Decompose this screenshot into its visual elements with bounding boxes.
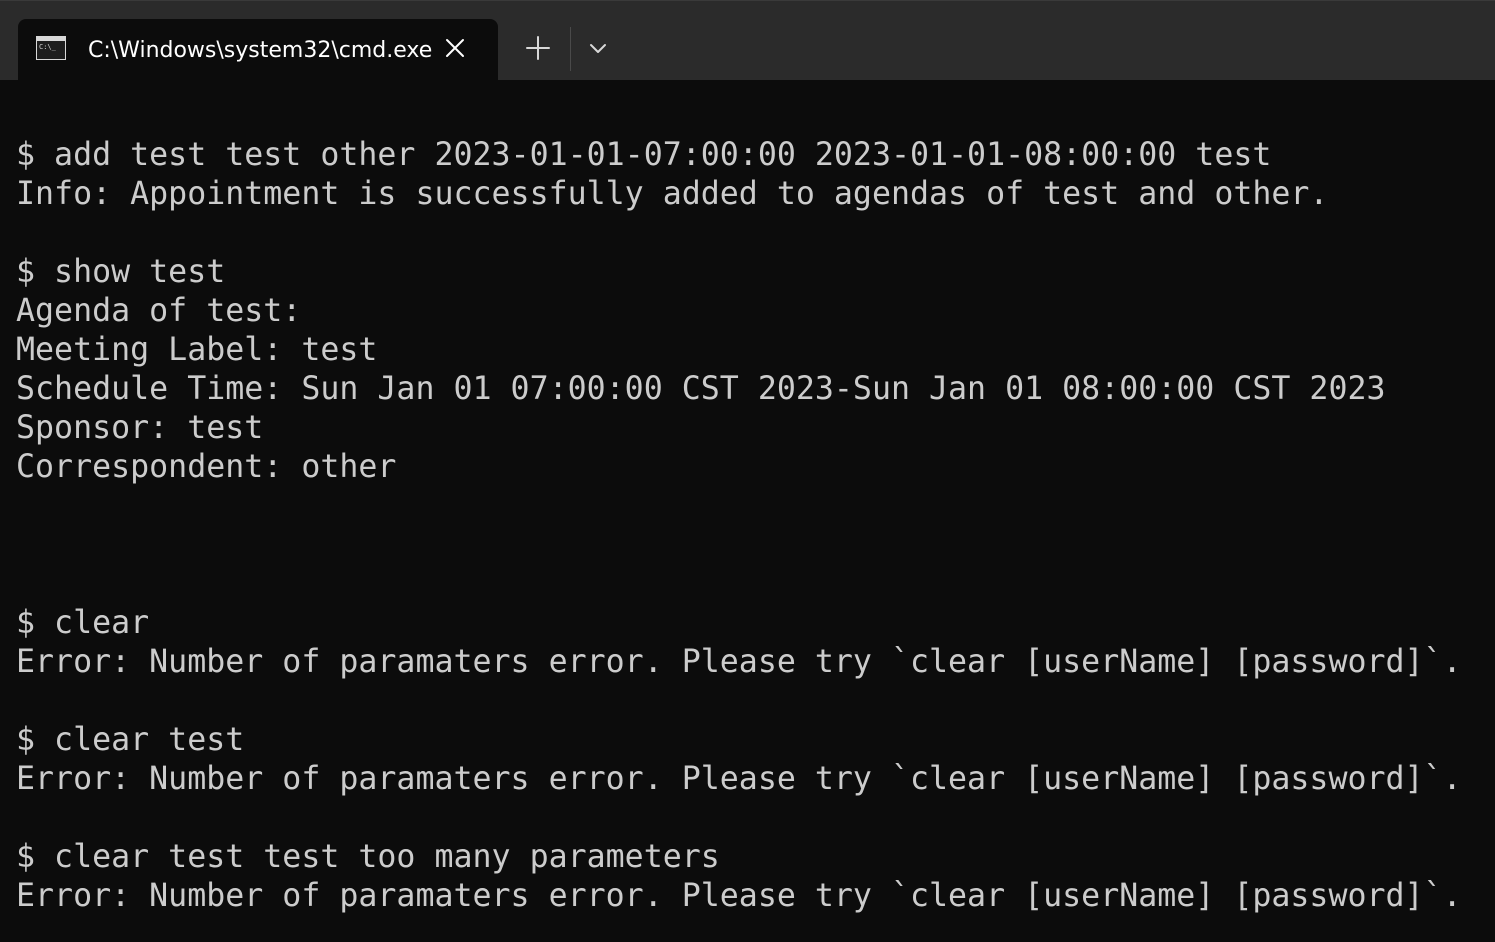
- terminal-line: $ show test: [16, 254, 226, 290]
- tab-cmd[interactable]: C:\_ C:\Windows\system32\cmd.exe: [18, 19, 498, 81]
- titlebar-divider: [570, 27, 571, 71]
- close-icon[interactable]: [442, 35, 468, 61]
- svg-text:C:\_: C:\_: [39, 43, 57, 51]
- title-bar: C:\_ C:\Windows\system32\cmd.exe: [0, 0, 1495, 81]
- terminal-line: $ clear: [16, 605, 150, 641]
- terminal-line: Correspondent: other: [16, 449, 397, 485]
- chevron-down-icon[interactable]: [580, 31, 616, 67]
- terminal-line: $ clear test: [16, 722, 245, 758]
- terminal-line: Error: Number of paramaters error. Pleas…: [16, 644, 1462, 680]
- terminal-line: Info: Appointment is successfully added …: [16, 176, 1329, 212]
- terminal-line: Agenda of test:: [16, 293, 302, 329]
- terminal-line: Error: Number of paramaters error. Pleas…: [16, 878, 1462, 914]
- terminal-line: Sponsor: test: [16, 410, 264, 446]
- tab-title: C:\Windows\system32\cmd.exe: [88, 38, 433, 63]
- terminal-window: C:\_ C:\Windows\system32\cmd.exe $ add t…: [0, 0, 1495, 942]
- terminal-line: $ clear test test too many parameters: [16, 839, 720, 875]
- terminal-line: Error: Number of paramaters error. Pleas…: [16, 761, 1462, 797]
- terminal-line: $ add test test other 2023-01-01-07:00:0…: [16, 137, 1272, 173]
- terminal-line: Schedule Time: Sun Jan 01 07:00:00 CST 2…: [16, 371, 1386, 407]
- new-tab-button[interactable]: [516, 29, 560, 67]
- terminal-line: Meeting Label: test: [16, 332, 378, 368]
- cmd-icon: C:\_: [36, 36, 66, 60]
- terminal-output[interactable]: $ add test test other 2023-01-01-07:00:0…: [16, 80, 1486, 942]
